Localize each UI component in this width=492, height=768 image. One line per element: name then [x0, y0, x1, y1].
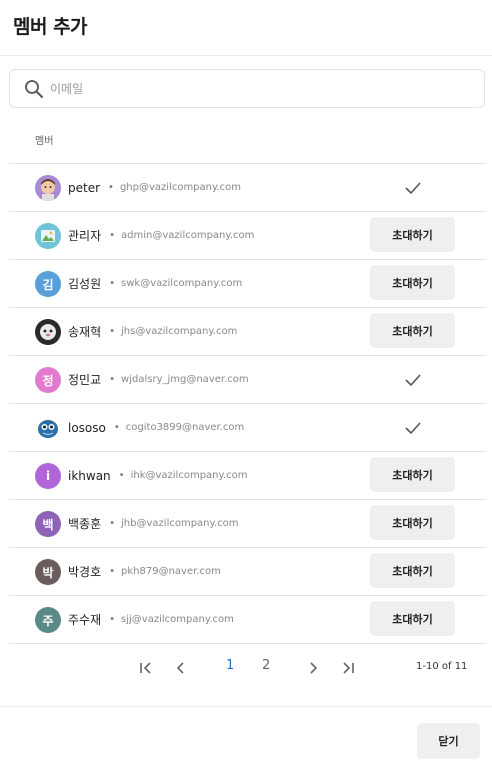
member-row: 주 주수재 • sjj@vazilcompany.com 초대하기	[9, 596, 485, 644]
landscape-photo-avatar-icon	[35, 223, 61, 249]
member-email: jhb@vazilcompany.com	[121, 518, 239, 529]
separator-dot: •	[109, 230, 116, 241]
avatar: 주	[35, 607, 61, 633]
member-info: lososo • cogito3899@naver.com	[68, 404, 244, 451]
check-icon	[403, 418, 423, 438]
dialog-title: 멤버 추가	[13, 16, 88, 38]
next-page-icon[interactable]	[302, 656, 324, 680]
search-input[interactable]	[50, 78, 470, 100]
check-icon	[403, 178, 423, 198]
pagination: 1 2 1-10 of 11	[0, 648, 492, 688]
creature-avatar-icon	[35, 415, 61, 441]
invite-button[interactable]: 초대하기	[370, 457, 455, 492]
member-name: 김성원	[68, 277, 102, 291]
memoji-avatar-icon	[35, 175, 61, 201]
member-name: 송재혁	[68, 325, 102, 339]
avatar: 박	[35, 559, 61, 585]
member-name: lososo	[68, 420, 106, 435]
prev-page-icon[interactable]	[170, 656, 192, 680]
divider	[0, 706, 492, 707]
member-info: 박경호 • pkh879@naver.com	[68, 548, 221, 595]
member-row: 김 김성원 • swk@vazilcompany.com 초대하기	[9, 260, 485, 308]
member-row: 정 정민교 • wjdalsry_jmg@naver.com	[9, 356, 485, 404]
invite-button[interactable]: 초대하기	[370, 601, 455, 636]
separator-dot: •	[109, 374, 116, 385]
member-info: ikhwan • ihk@vazilcompany.com	[68, 452, 248, 499]
member-name: ikhwan	[68, 468, 111, 483]
member-info: peter • ghp@vazilcompany.com	[68, 164, 241, 211]
avatar: 백	[35, 511, 61, 537]
member-email: admin@vazilcompany.com	[121, 230, 255, 241]
member-email: pkh879@naver.com	[121, 566, 221, 577]
member-email: ghp@vazilcompany.com	[119, 182, 242, 193]
separator-dot: •	[109, 614, 116, 625]
member-row: peter • ghp@vazilcompany.com	[9, 164, 485, 212]
member-email: swk@vazilcompany.com	[121, 278, 243, 289]
separator-dot: •	[109, 518, 116, 529]
invite-button[interactable]: 초대하기	[370, 265, 455, 300]
pagination-range: 1-10 of 11	[416, 661, 468, 672]
invite-button[interactable]: 초대하기	[370, 553, 455, 588]
dialog-header: 멤버 추가	[0, 0, 492, 56]
member-info: 김성원 • swk@vazilcompany.com	[68, 260, 242, 307]
invite-button[interactable]: 초대하기	[370, 217, 455, 252]
member-info: 주수재 • sjj@vazilcompany.com	[68, 596, 234, 643]
member-info: 정민교 • wjdalsry_jmg@naver.com	[68, 356, 249, 403]
member-name: 백종훈	[68, 517, 102, 531]
member-name: 박경호	[68, 565, 102, 579]
member-row: 송재혁 • jhs@vazilcompany.com 초대하기	[9, 308, 485, 356]
separator-dot: •	[109, 566, 116, 577]
avatar: 정	[35, 367, 61, 393]
member-row: 박 박경호 • pkh879@naver.com 초대하기	[9, 548, 485, 596]
invite-button[interactable]: 초대하기	[370, 505, 455, 540]
invite-button[interactable]: 초대하기	[370, 313, 455, 348]
member-info: 백종훈 • jhb@vazilcompany.com	[68, 500, 239, 547]
separator-dot: •	[109, 326, 116, 337]
search-box[interactable]	[9, 69, 485, 108]
member-email: sjj@vazilcompany.com	[121, 614, 234, 625]
search-icon	[24, 79, 44, 99]
close-button[interactable]: 닫기	[417, 723, 480, 759]
separator-dot: •	[108, 182, 114, 193]
separator-dot: •	[113, 422, 120, 433]
last-page-icon[interactable]	[337, 656, 359, 680]
check-icon	[403, 370, 423, 390]
member-info: 관리자 • admin@vazilcompany.com	[68, 212, 254, 259]
avatar: 김	[35, 271, 61, 297]
separator-dot: •	[118, 470, 125, 481]
member-name: 정민교	[68, 373, 102, 387]
member-name: 관리자	[68, 229, 102, 243]
photo-avatar-icon	[35, 319, 61, 345]
avatar: i	[35, 463, 61, 489]
member-email: cogito3899@naver.com	[125, 422, 245, 433]
member-name: peter	[68, 180, 101, 195]
member-email: wjdalsry_jmg@naver.com	[121, 374, 249, 385]
column-header-member: 멤버	[35, 136, 54, 147]
member-email: ihk@vazilcompany.com	[130, 470, 248, 481]
member-row: lososo • cogito3899@naver.com	[9, 404, 485, 452]
first-page-icon[interactable]	[135, 656, 157, 680]
member-row: 백 백종훈 • jhb@vazilcompany.com 초대하기	[9, 500, 485, 548]
member-list: peter • ghp@vazilcompany.com 관리자 • admin@vazi…	[9, 164, 485, 644]
page-2-button[interactable]: 2	[262, 658, 270, 673]
separator-dot: •	[109, 278, 116, 289]
page-1-button[interactable]: 1	[226, 658, 234, 673]
member-email: jhs@vazilcompany.com	[121, 326, 238, 337]
member-row: i ikhwan • ihk@vazilcompany.com 초대하기	[9, 452, 485, 500]
member-name: 주수재	[68, 613, 102, 627]
member-info: 송재혁 • jhs@vazilcompany.com	[68, 308, 237, 355]
member-row: 관리자 • admin@vazilcompany.com 초대하기	[9, 212, 485, 260]
